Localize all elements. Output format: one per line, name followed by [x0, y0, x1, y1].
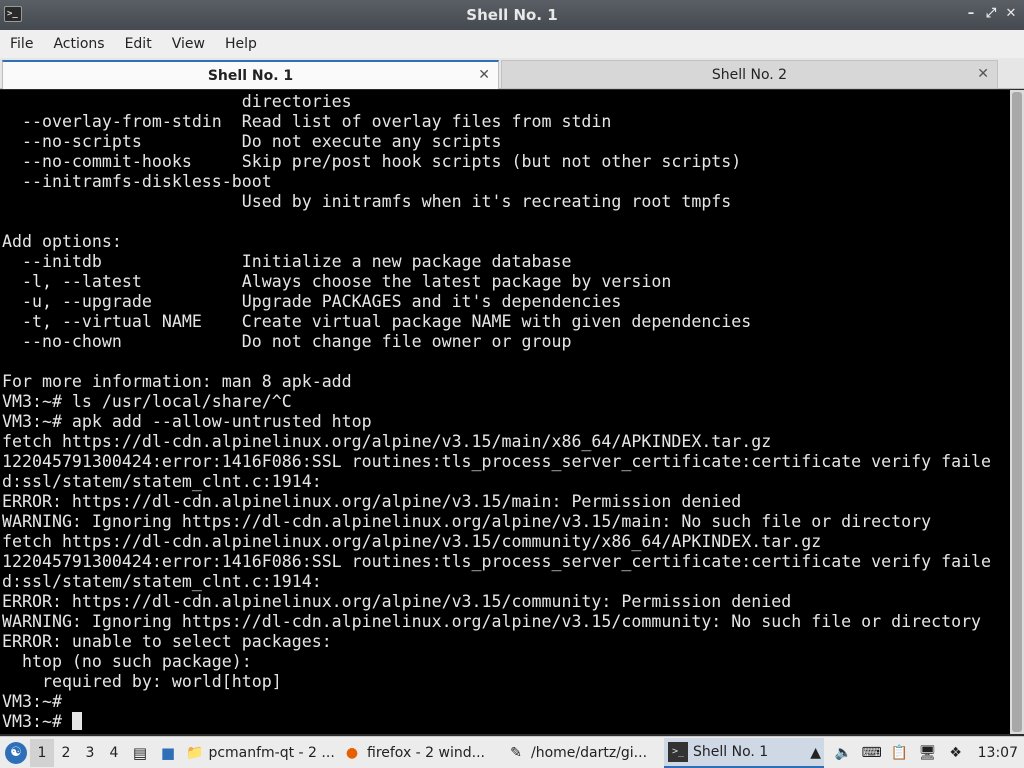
window-titlebar[interactable]: >_ Shell No. 1 – ⤢ ✕ — [0, 0, 1024, 30]
task-label: firefox - 2 wind... — [367, 744, 485, 761]
terminal-line: d:ssl/statem/statem_clnt.c:1914: — [2, 572, 322, 591]
terminal-icon: >_ — [668, 741, 688, 762]
terminal-line: ERROR: unable to select packages: — [2, 632, 332, 651]
terminal-line: Used by initramfs when it's recreating r… — [2, 192, 732, 211]
scrollbar-thumb[interactable] — [1012, 92, 1022, 732]
taskbar: ☯ 1 2 3 4 ▤ ■ 📁 pcmanfm-qt - 2 ... ● fir… — [0, 736, 1024, 768]
window-title: Shell No. 1 — [466, 6, 558, 24]
terminal-line: fetch https://dl-cdn.alpinelinux.org/alp… — [2, 432, 772, 451]
terminal-line: -u, --upgrade Upgrade PACKAGES and it's … — [2, 292, 622, 311]
workspace-4[interactable]: 4 — [102, 739, 126, 767]
terminal-line: 122045791300424:error:1416F086:SSL routi… — [2, 452, 992, 471]
terminal-line: WARNING: Ignoring https://dl-cdn.alpinel… — [2, 612, 982, 631]
firefox-icon: ● — [345, 744, 359, 761]
terminal-line: WARNING: Ignoring https://dl-cdn.alpinel… — [2, 512, 932, 531]
terminal-line: -l, --latest Always choose the latest pa… — [2, 272, 672, 291]
folder-icon: 📁 — [186, 744, 204, 761]
terminal-line: --no-chown Do not change file owner or g… — [2, 332, 572, 351]
tab-shell-1[interactable]: Shell No. 1 ✕ — [2, 60, 499, 89]
terminal-line: htop (no such package): — [2, 652, 252, 671]
tab-label: Shell No. 1 — [207, 67, 294, 84]
clock[interactable]: 13:07 — [978, 745, 1018, 761]
terminal-line: --no-scripts Do not execute any scripts — [2, 132, 502, 151]
clipboard-icon[interactable]: 📋 — [889, 742, 911, 764]
terminal-line: 122045791300424:error:1416F086:SSL routi… — [2, 552, 992, 571]
terminal-line: d:ssl/statem/statem_clnt.c:1914: — [2, 472, 322, 491]
tab-shell-2[interactable]: Shell No. 2 ✕ — [501, 60, 998, 89]
workspace-2[interactable]: 2 — [54, 739, 78, 767]
display-icon[interactable]: 🖥 — [917, 742, 939, 764]
editor-icon: ✎ — [510, 744, 522, 761]
terminal-line: For more information: man 8 apk-add — [2, 372, 352, 391]
task-label: pcmanfm-qt - 2 ... — [208, 744, 334, 761]
terminal-line: -t, --virtual NAME Create virtual packag… — [2, 312, 752, 331]
terminal-line: --initramfs-diskless-boot — [2, 172, 272, 191]
terminal-line: VM3:~# apk add --allow-untrusted htop — [2, 412, 372, 431]
start-menu-button[interactable]: ☯ — [2, 739, 30, 767]
minimize-icon[interactable]: – — [962, 5, 980, 23]
status-icon[interactable]: ❖ — [945, 742, 967, 764]
tab-label: Shell No. 2 — [711, 66, 788, 83]
lxqt-logo-icon: ☯ — [5, 741, 27, 764]
network-icon[interactable]: ▲ — [805, 742, 827, 764]
desktop-switch-icon[interactable]: ■ — [157, 742, 179, 764]
terminal-line: ERROR: https://dl-cdn.alpinelinux.org/al… — [2, 592, 792, 611]
menu-edit[interactable]: Edit — [115, 30, 162, 58]
menu-file[interactable]: File — [0, 30, 43, 58]
task-terminal[interactable]: >_ Shell No. 1 — [664, 737, 824, 768]
maximize-icon[interactable]: ⤢ — [982, 5, 1000, 23]
task-label: Shell No. 1 — [693, 743, 769, 760]
tab-bar: Shell No. 1 ✕ Shell No. 2 ✕ — [0, 58, 1024, 89]
terminal-line: fetch https://dl-cdn.alpinelinux.org/alp… — [2, 532, 822, 551]
terminal-line: --no-commit-hooks Skip pre/post hook scr… — [2, 152, 742, 171]
close-tab-icon[interactable]: ✕ — [977, 66, 989, 82]
terminal-line: --overlay-from-stdin Read list of overla… — [2, 112, 612, 131]
terminal-line: required by: world[htop] — [2, 672, 282, 691]
close-icon[interactable]: ✕ — [1002, 5, 1020, 23]
terminal-scrollbar[interactable] — [1010, 90, 1024, 734]
terminal-line: VM3:~# ls /usr/local/share/^C — [2, 392, 292, 411]
menu-bar: File Actions Edit View Help — [0, 30, 1024, 58]
terminal-line: ERROR: https://dl-cdn.alpinelinux.org/al… — [2, 492, 742, 511]
terminal-output[interactable]: directories --overlay-from-stdin Read li… — [0, 90, 1010, 734]
system-tray: ▲ 🔈 ⌨ 📋 🖥 ❖ 13:07 — [802, 737, 1024, 768]
terminal-line: directories — [2, 92, 352, 111]
terminal-line: Add options: — [2, 232, 122, 251]
menu-actions[interactable]: Actions — [43, 30, 114, 58]
menu-view[interactable]: View — [162, 30, 215, 58]
terminal-icon: >_ — [4, 6, 22, 22]
terminal-line: VM3:~# — [2, 692, 62, 711]
terminal-line: --initdb Initialize a new package databa… — [2, 252, 572, 271]
terminal-cursor — [71, 712, 82, 730]
close-tab-icon[interactable]: ✕ — [478, 67, 490, 83]
workspace-1[interactable]: 1 — [30, 738, 54, 767]
task-label: /home/dartz/gi... — [531, 744, 648, 761]
terminal-line: VM3:~# — [2, 712, 1010, 732]
task-pcmanfm[interactable]: 📁 pcmanfm-qt - 2 ... — [182, 738, 334, 768]
show-desktop-icon[interactable]: ▤ — [129, 742, 151, 764]
volume-icon[interactable]: 🔈 — [833, 742, 855, 764]
task-editor[interactable]: ✎ /home/dartz/gi... — [502, 738, 660, 768]
keyboard-icon[interactable]: ⌨ — [861, 742, 883, 764]
menu-help[interactable]: Help — [215, 30, 267, 58]
workspace-3[interactable]: 3 — [78, 739, 102, 767]
task-firefox[interactable]: ● firefox - 2 wind... — [338, 738, 498, 768]
